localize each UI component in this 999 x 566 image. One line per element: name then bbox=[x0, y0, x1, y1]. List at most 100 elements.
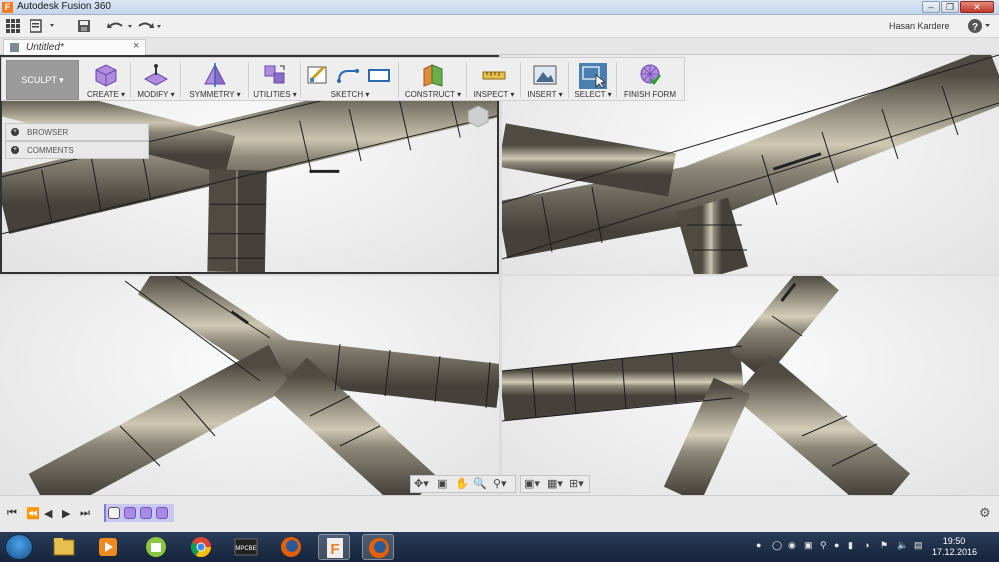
insert-group[interactable]: INSERT ▾ bbox=[522, 60, 569, 100]
zoom-icon[interactable]: 🔍 bbox=[473, 477, 487, 490]
redo-icon[interactable] bbox=[137, 19, 165, 34]
symmetry-group[interactable]: SYMMETRY ▾ bbox=[182, 60, 249, 100]
form-feature-icon[interactable] bbox=[140, 507, 152, 519]
tray-clock-app-icon[interactable]: ◑ bbox=[864, 540, 869, 550]
utilities-label: UTILITIES ▾ bbox=[253, 90, 297, 99]
construct-plane-icon bbox=[423, 64, 443, 87]
expand-browser-icon[interactable]: + bbox=[11, 128, 19, 136]
orbit-icon[interactable]: ✥▾ bbox=[414, 477, 429, 490]
taskbar-android-app-icon[interactable] bbox=[140, 534, 172, 560]
user-name[interactable]: Hasan Kardere bbox=[889, 21, 950, 31]
create-box-icon bbox=[95, 64, 117, 87]
navigation-bar: ✥▾ ▣ ✋ 🔍 ⚲▾ bbox=[410, 475, 516, 493]
close-tab-icon[interactable]: × bbox=[133, 40, 139, 52]
ribbon-toolbar: SCULPT ▾ CREATE ▾ MODIFY ▾ SYMMETRY ▾ UT… bbox=[1, 57, 685, 101]
fit-zoom-icon[interactable]: ⚲▾ bbox=[493, 477, 507, 490]
pan-hand-icon[interactable]: ✋ bbox=[455, 477, 469, 490]
inspect-measure-icon bbox=[482, 71, 506, 80]
sketch-line-icon bbox=[337, 69, 359, 83]
timeline-settings-gear-icon[interactable]: ⚙ bbox=[979, 505, 991, 521]
undo-icon[interactable] bbox=[106, 19, 134, 34]
modify-group[interactable]: MODIFY ▾ bbox=[132, 60, 181, 100]
help-icon[interactable]: ? bbox=[968, 18, 994, 33]
clock-date: 17.12.2016 bbox=[932, 547, 978, 557]
construct-group[interactable]: CONSTRUCT ▾ bbox=[400, 60, 467, 100]
canvas[interactable] bbox=[0, 55, 999, 495]
inspect-group[interactable]: INSPECT ▾ bbox=[468, 60, 521, 100]
tray-signal-icon[interactable]: ▮ bbox=[848, 540, 853, 551]
document-cube-icon bbox=[10, 43, 19, 52]
select-group[interactable]: SELECT ▾ bbox=[570, 60, 617, 100]
comments-panel[interactable]: + COMMENTS bbox=[5, 141, 149, 159]
maximize-button[interactable]: ❐ bbox=[941, 1, 959, 13]
save-icon[interactable] bbox=[77, 19, 91, 34]
taskbar-firefox-icon[interactable] bbox=[275, 534, 307, 560]
play-icon[interactable]: ▶ bbox=[62, 507, 70, 520]
look-at-icon[interactable]: ▣ bbox=[437, 477, 447, 490]
sketch-rectangle-icon bbox=[368, 69, 390, 82]
tray-update-icon[interactable]: ◉ bbox=[788, 540, 796, 551]
tray-flag-icon[interactable]: ⚑ bbox=[880, 540, 888, 551]
taskbar-media-player-icon[interactable] bbox=[92, 534, 124, 560]
document-tab-label: Untitled* bbox=[26, 42, 64, 53]
sketch-group[interactable]: SKETCH ▾ bbox=[302, 60, 399, 100]
insert-label: INSERT ▾ bbox=[527, 90, 563, 99]
modify-label: MODIFY ▾ bbox=[137, 90, 175, 99]
viewport-bottom-right[interactable] bbox=[502, 276, 999, 495]
taskbar-mpc-be-icon[interactable]: MPCBE bbox=[230, 534, 262, 560]
symmetry-label: SYMMETRY ▾ bbox=[189, 90, 241, 99]
timeline-track[interactable] bbox=[104, 504, 174, 522]
create-label: CREATE ▾ bbox=[86, 90, 126, 99]
browser-panel[interactable]: + BROWSER bbox=[5, 123, 149, 141]
tray-security-icon[interactable]: ▣ bbox=[804, 540, 813, 551]
tray-network-icon[interactable]: ▤ bbox=[914, 540, 923, 551]
clock-time: 19:50 bbox=[942, 536, 966, 546]
finish-form-icon bbox=[640, 64, 661, 86]
close-window-button[interactable]: ✕ bbox=[960, 1, 994, 13]
display-settings-bar: ▣▾ ▦▾ ⊞▾ bbox=[520, 475, 590, 493]
grid-settings-icon[interactable]: ▦▾ bbox=[547, 477, 563, 490]
viewports-icon[interactable]: ⊞▾ bbox=[569, 477, 584, 490]
windows-taskbar: MPCBE F ● ◯ ◉ ▣ ⚲ ● ▮ ◑ ⚑ 🔈 ▤ 19:50 17.1… bbox=[0, 532, 999, 562]
title-bar: F Autodesk Fusion 360 ‒ ❐ ✕ bbox=[0, 0, 999, 15]
taskbar-explorer-icon[interactable] bbox=[48, 534, 80, 560]
document-tab-bar: Untitled* × bbox=[0, 38, 999, 55]
go-to-start-icon[interactable]: ⏮ bbox=[7, 507, 17, 520]
expand-comments-icon[interactable]: + bbox=[11, 146, 19, 154]
file-menu-icon[interactable] bbox=[29, 19, 58, 34]
tray-volume-icon[interactable]: 🔈 bbox=[897, 540, 908, 551]
taskbar-chrome-icon[interactable] bbox=[185, 534, 217, 560]
finish-form-group[interactable]: FINISH FORM bbox=[618, 60, 682, 100]
comments-label: COMMENTS bbox=[27, 146, 74, 155]
tray-language-icon[interactable]: ◯ bbox=[772, 540, 782, 551]
utilities-group[interactable]: UTILITIES ▾ bbox=[250, 60, 301, 100]
step-back-icon[interactable]: ⏪ bbox=[26, 507, 40, 520]
select-cursor-icon bbox=[579, 63, 607, 89]
taskbar-firefox-icon[interactable] bbox=[362, 534, 394, 560]
minimize-button[interactable]: ‒ bbox=[922, 1, 940, 13]
symmetry-icon bbox=[204, 63, 226, 87]
sketch-label: SKETCH ▾ bbox=[330, 90, 370, 99]
browser-label: BROWSER bbox=[27, 128, 69, 137]
form-feature-icon[interactable] bbox=[156, 507, 168, 519]
document-tab[interactable]: Untitled* × bbox=[3, 39, 146, 55]
sketch-feature-icon[interactable] bbox=[108, 507, 120, 519]
taskbar-fusion-360-icon[interactable]: F bbox=[318, 534, 350, 560]
tray-search-icon[interactable]: ⚲ bbox=[820, 540, 827, 551]
fusion-app-icon: F bbox=[2, 2, 13, 13]
viewport-bottom-left[interactable] bbox=[0, 276, 499, 495]
tray-app-icon[interactable]: ● bbox=[834, 540, 839, 550]
play-back-icon[interactable]: ◀ bbox=[44, 507, 52, 520]
tray-network-share-icon[interactable]: ● bbox=[756, 540, 761, 550]
finish-form-label: FINISH FORM bbox=[624, 90, 676, 99]
form-feature-icon[interactable] bbox=[124, 507, 136, 519]
timeline: ⏮ ⏪ ◀ ▶ ⏭ ⚙ bbox=[0, 495, 999, 532]
go-to-end-icon[interactable]: ⏭ bbox=[80, 507, 90, 520]
display-settings-icon[interactable]: ▣▾ bbox=[524, 477, 540, 490]
taskbar-clock[interactable]: 19:50 17.12.2016 bbox=[932, 536, 978, 558]
create-group[interactable]: CREATE ▾ bbox=[82, 60, 131, 100]
start-button[interactable] bbox=[5, 534, 33, 560]
select-label: SELECT ▾ bbox=[574, 90, 612, 99]
workspace-switcher[interactable]: SCULPT ▾ bbox=[6, 60, 79, 100]
apps-grid-icon[interactable] bbox=[6, 19, 20, 34]
